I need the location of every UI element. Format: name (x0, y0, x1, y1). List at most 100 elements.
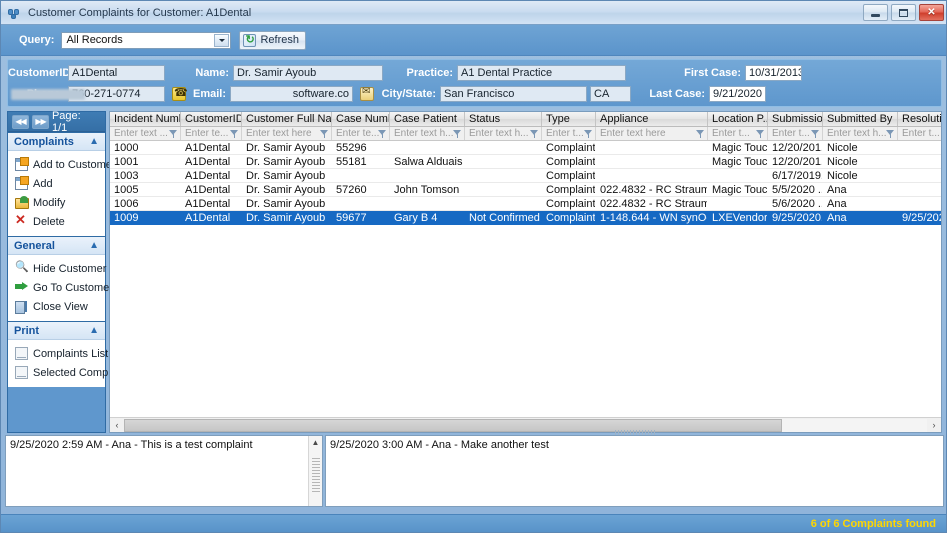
grid-column-header[interactable]: Incident Number (110, 112, 181, 126)
notes-left-scrollbar[interactable]: ▲ (308, 436, 322, 506)
table-cell[interactable] (465, 141, 542, 154)
table-cell[interactable]: A1Dental (181, 211, 242, 224)
grid-horizontal-scrollbar[interactable]: ‹ › (110, 417, 941, 432)
table-cell[interactable]: John Tomson (390, 183, 465, 196)
table-cell[interactable]: 5/6/2020 ... (768, 197, 823, 210)
table-cell[interactable]: Nicole (823, 169, 898, 182)
table-cell[interactable] (596, 169, 708, 182)
scroll-grip[interactable] (312, 458, 320, 492)
table-cell[interactable]: Nicole (823, 141, 898, 154)
first-case-field[interactable]: 10/31/2013 (745, 65, 802, 81)
grid-column-filter[interactable]: Enter t... (542, 127, 596, 140)
table-cell[interactable]: 1009 (110, 211, 181, 224)
city-field[interactable]: San Francisco (440, 86, 587, 102)
table-cell[interactable]: 9/25/2020... (768, 211, 823, 224)
grid-column-filter[interactable]: Enter text h... (465, 127, 542, 140)
table-cell[interactable]: A1Dental (181, 169, 242, 182)
grid-column-filter[interactable]: Enter te... (332, 127, 390, 140)
filter-funnel-icon[interactable] (378, 130, 387, 138)
complaint-notes-left[interactable]: 9/25/2020 2:59 AM - Ana - This is a test… (5, 435, 323, 507)
table-cell[interactable]: Complaint (542, 155, 596, 168)
grid-column-filter[interactable]: Enter t... (898, 127, 941, 140)
table-cell[interactable] (332, 197, 390, 210)
table-cell[interactable] (465, 183, 542, 196)
sidebar-item-hide-customer-info[interactable]: Hide Customer Info (8, 259, 128, 278)
table-cell[interactable] (390, 197, 465, 210)
chevron-down-icon[interactable] (214, 33, 230, 47)
grid-column-filter[interactable]: Enter text h... (823, 127, 898, 140)
table-cell[interactable] (465, 169, 542, 182)
filter-funnel-icon[interactable] (886, 130, 895, 138)
sidebar-item-add[interactable]: Add (8, 174, 105, 193)
table-cell[interactable]: Nicole (823, 155, 898, 168)
table-cell[interactable]: 12/20/201... (768, 141, 823, 154)
table-cell[interactable] (465, 197, 542, 210)
page-first-button[interactable]: ◀◀ (12, 114, 29, 129)
table-cell[interactable]: Ana (823, 183, 898, 196)
sidebar-item-modify[interactable]: Modify (8, 193, 105, 212)
table-cell[interactable]: Complaint (542, 183, 596, 196)
filter-funnel-icon[interactable] (811, 130, 820, 138)
sidebar-item-add-to-customer[interactable]: Add to Customer (8, 155, 116, 174)
minimize-button[interactable] (863, 4, 888, 21)
table-cell[interactable]: Dr. Samir Ayoub (242, 183, 332, 196)
grid-column-header[interactable]: Submissio... (768, 112, 823, 126)
filter-funnel-icon[interactable] (584, 130, 593, 138)
sidebar-item-selected-complaint[interactable]: Selected Complaint (8, 363, 128, 382)
scroll-right-icon[interactable]: › (927, 418, 941, 432)
filter-funnel-icon[interactable] (696, 130, 705, 138)
table-cell[interactable] (898, 183, 941, 196)
table-cell[interactable]: 55296 (332, 141, 390, 154)
table-cell[interactable]: Salwa Alduais (390, 155, 465, 168)
table-cell[interactable]: A1Dental (181, 141, 242, 154)
grid-column-header[interactable]: Case Number (332, 112, 390, 126)
table-row[interactable]: 1006 A1Dental Dr. Samir Ayoub Complaint 022.… (110, 197, 941, 211)
filter-funnel-icon[interactable] (320, 130, 329, 138)
table-cell[interactable]: 59677 (332, 211, 390, 224)
table-cell[interactable]: A1Dental (181, 183, 242, 196)
filter-funnel-icon[interactable] (169, 130, 178, 138)
grid-column-header[interactable]: Status (465, 112, 542, 126)
table-cell[interactable]: 1000 (110, 141, 181, 154)
sidebar-item-complaints-list[interactable]: Complaints List (8, 344, 108, 363)
table-cell[interactable]: Dr. Samir Ayoub (242, 169, 332, 182)
table-cell[interactable] (898, 197, 941, 210)
grid-column-header[interactable]: Resolution. (898, 112, 941, 126)
table-cell[interactable]: Magic Touch (708, 155, 768, 168)
table-cell[interactable]: Not Confirmed (465, 211, 542, 224)
table-cell[interactable]: Complaint (542, 211, 596, 224)
grid-column-header[interactable]: Case Patient (390, 112, 465, 126)
table-cell[interactable]: Magic Touch (708, 183, 768, 196)
table-cell[interactable]: 57260 (332, 183, 390, 196)
sidebar-group-header-complaints[interactable]: Complaints ▲ (8, 132, 105, 151)
table-cell[interactable]: Dr. Samir Ayoub (242, 211, 332, 224)
table-cell[interactable]: A1Dental (181, 197, 242, 210)
table-cell[interactable]: Complaint (542, 141, 596, 154)
page-next-button[interactable]: ▶▶ (31, 114, 49, 129)
chevron-up-icon[interactable]: ▲ (89, 136, 99, 147)
table-cell[interactable]: Dr. Samir Ayoub (242, 197, 332, 210)
table-cell[interactable] (332, 169, 390, 182)
table-cell[interactable]: A1Dental (181, 155, 242, 168)
complaint-notes-right[interactable]: 9/25/2020 3:00 AM - Ana - Make another t… (325, 430, 944, 507)
sidebar-group-header-print[interactable]: Print ▲ (8, 321, 105, 340)
table-cell[interactable]: 022.4832 - RC Straumann... (596, 197, 708, 210)
filter-funnel-icon[interactable] (530, 130, 539, 138)
chevron-up-icon[interactable]: ▲ (89, 240, 99, 251)
table-cell[interactable]: Dr. Samir Ayoub (242, 141, 332, 154)
table-cell[interactable] (390, 169, 465, 182)
grid-column-filter[interactable]: Enter text here (242, 127, 332, 140)
table-cell[interactable] (898, 155, 941, 168)
grid-column-header[interactable]: Customer Full Name (242, 112, 332, 126)
scroll-left-icon[interactable]: ‹ (110, 418, 124, 432)
customer-id-field[interactable]: A1Dental (68, 65, 165, 81)
table-cell[interactable] (596, 141, 708, 154)
phone-icon[interactable] (172, 86, 188, 101)
table-cell[interactable]: 022.4832 - RC Straumann... (596, 183, 708, 196)
scroll-track[interactable] (124, 418, 927, 432)
grid-column-filter[interactable]: Enter text here (596, 127, 708, 140)
grid-column-header[interactable]: CustomerID (181, 112, 242, 126)
table-cell[interactable]: 5/5/2020 ... (768, 183, 823, 196)
mail-icon[interactable] (360, 86, 374, 101)
filter-funnel-icon[interactable] (453, 130, 462, 138)
